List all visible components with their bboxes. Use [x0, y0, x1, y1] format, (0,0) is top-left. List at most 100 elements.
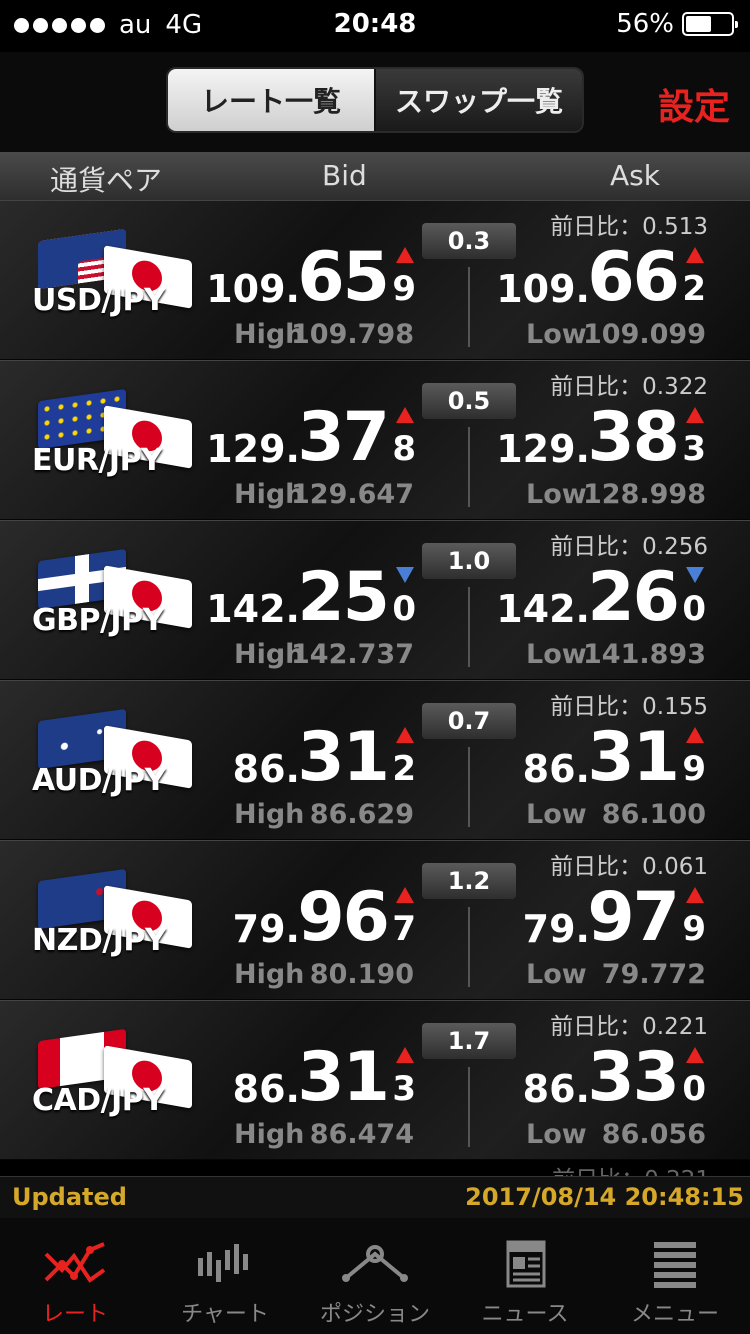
rate-row[interactable]: EUR/JPY 0.5 前日比：0.322 129. 37 8 129. 38 … [0, 360, 750, 520]
tab-news[interactable]: ニュース [450, 1218, 600, 1334]
high-label: High [234, 959, 305, 990]
bid-last-digit: 8 [392, 429, 416, 469]
bid-price[interactable]: 86. 31 2 [150, 718, 416, 797]
tab-rate-list[interactable]: レート一覧 [168, 69, 374, 131]
ask-base: 86. [522, 1067, 590, 1111]
bid-base: 142. [206, 587, 300, 631]
low-label: Low [526, 799, 587, 830]
arrow-up-icon [396, 727, 414, 743]
column-pair: 通貨ペア [50, 164, 163, 197]
tab-position[interactable]: ポジション [300, 1218, 450, 1334]
bid-price[interactable]: 142. 25 0 [150, 558, 416, 637]
daily-change: 前日比：0.155 [550, 694, 708, 720]
ask-price[interactable]: 86. 31 9 [440, 718, 706, 797]
tab-news-label: ニュース [481, 1302, 569, 1327]
ask-last-digit: 0 [682, 589, 706, 629]
ask-base: 86. [522, 747, 590, 791]
low-label: Low [526, 1119, 587, 1150]
high-number: 86.629 [309, 799, 414, 830]
ask-last-digit: 2 [682, 269, 706, 309]
arrow-down-icon [686, 567, 704, 583]
bid-base: 79. [232, 907, 300, 951]
updated-bar: Updated 2017/08/14 20:48:15 [0, 1176, 750, 1218]
battery-icon [682, 12, 738, 36]
low-label: Low [526, 639, 587, 670]
pair-name: USD/JPY [32, 283, 166, 318]
arrow-down-icon [396, 567, 414, 583]
rate-row[interactable]: USD/JPY 0.3 前日比：0.513 109. 65 9 109. 66 … [0, 200, 750, 360]
high-number: 86.474 [309, 1119, 414, 1150]
tab-menu[interactable]: メニュー [600, 1218, 750, 1334]
ask-pips: 66 [587, 238, 680, 317]
arrow-up-icon [686, 887, 704, 903]
arrow-up-icon [686, 247, 704, 263]
rate-row[interactable]: GBP/JPY 1.0 前日比：0.256 142. 25 0 142. 26 … [0, 520, 750, 680]
high-number: 80.190 [309, 959, 414, 990]
news-icon [506, 1240, 546, 1288]
arrow-up-icon [686, 1047, 704, 1063]
high-number: 142.737 [291, 639, 414, 670]
ask-base: 142. [496, 587, 590, 631]
arrow-up-icon [686, 407, 704, 423]
tab-position-label: ポジション [319, 1302, 430, 1327]
settings-button[interactable]: 設定 [658, 78, 730, 130]
low-label: Low [526, 319, 587, 350]
arrow-up-icon [686, 727, 704, 743]
ask-pips: 31 [587, 718, 680, 797]
arrow-up-icon [396, 887, 414, 903]
bid-price[interactable]: 129. 37 8 [150, 398, 416, 477]
column-ask: Ask [610, 159, 660, 192]
low-number: 109.099 [583, 319, 706, 350]
ask-last-digit: 9 [682, 749, 706, 789]
ask-pips: 26 [587, 558, 680, 637]
rate-icon [44, 1242, 106, 1283]
ask-price[interactable]: 142. 26 0 [440, 558, 706, 637]
arrow-up-icon [396, 407, 414, 423]
bid-base: 86. [232, 1067, 300, 1111]
bid-last-digit: 7 [392, 909, 416, 949]
ask-last-digit: 0 [682, 1069, 706, 1109]
high-label: High [234, 1119, 305, 1150]
column-header: 通貨ペア Bid Ask [0, 152, 750, 200]
ask-price[interactable]: 86. 33 0 [440, 1038, 706, 1117]
bid-base: 109. [206, 267, 300, 311]
ask-base: 79. [522, 907, 590, 951]
arrow-up-icon [396, 1047, 414, 1063]
rate-row[interactable]: NZD/JPY 1.2 前日比：0.061 79. 96 7 79. 97 9 … [0, 840, 750, 1000]
bid-price[interactable]: 79. 96 7 [150, 878, 416, 957]
low-number: 86.100 [601, 799, 706, 830]
high-label: High [234, 799, 305, 830]
tab-rate[interactable]: レート [0, 1218, 150, 1334]
ask-last-digit: 3 [682, 429, 706, 469]
ask-pips: 33 [587, 1038, 680, 1117]
daily-change: 前日比：0.256 [550, 534, 708, 560]
daily-change: 前日比：0.221 [550, 1014, 708, 1040]
pair-name: GBP/JPY [32, 603, 164, 638]
low-label: Low [526, 959, 587, 990]
bid-pips: 31 [297, 718, 390, 797]
rate-row[interactable]: CAD/JPY 1.7 前日比：0.221 86. 31 3 86. 33 0 … [0, 1000, 750, 1160]
tab-bar: レート チャート ポジション ニュース メニュー [0, 1218, 750, 1334]
daily-change: 前日比：0.322 [550, 374, 708, 400]
tab-chart[interactable]: チャート [150, 1218, 300, 1334]
bid-price[interactable]: 86. 31 3 [150, 1038, 416, 1117]
column-bid: Bid [322, 159, 367, 192]
rate-row[interactable]: AUD/JPY 0.7 前日比：0.155 86. 31 2 86. 31 9 … [0, 680, 750, 840]
low-number: 128.998 [583, 479, 706, 510]
updated-label: Updated [12, 1183, 127, 1211]
ask-price[interactable]: 79. 97 9 [440, 878, 706, 957]
bid-price[interactable]: 109. 65 9 [150, 238, 416, 317]
ask-pips: 97 [587, 878, 680, 957]
status-bar: au 4G 20:48 56% [0, 0, 750, 52]
updated-time: 2017/08/14 20:48:15 [465, 1183, 744, 1211]
pair-name: CAD/JPY [32, 1083, 165, 1118]
bid-pips: 25 [297, 558, 390, 637]
ask-price[interactable]: 109. 66 2 [440, 238, 706, 317]
ask-price[interactable]: 129. 38 3 [440, 398, 706, 477]
tab-swap-list[interactable]: スワップ一覧 [374, 69, 582, 131]
pair-name: NZD/JPY [32, 923, 167, 958]
low-number: 86.056 [601, 1119, 706, 1150]
partial-row-change: 前日比：0.221 [552, 1160, 710, 1176]
bid-pips: 96 [297, 878, 390, 957]
bid-last-digit: 2 [392, 749, 416, 789]
